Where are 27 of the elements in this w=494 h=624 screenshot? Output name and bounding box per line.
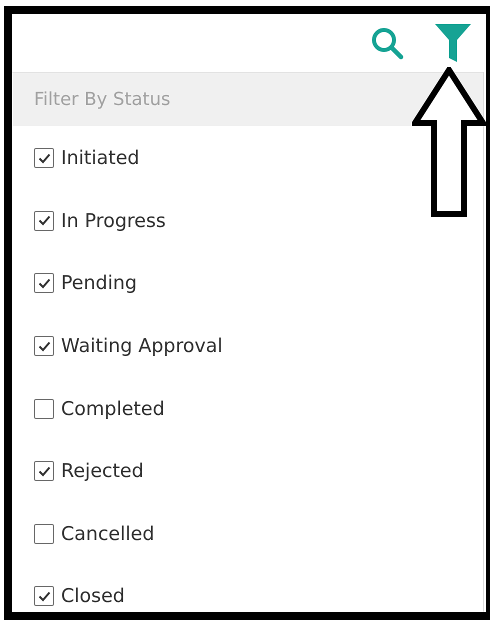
checkbox[interactable]: [34, 586, 54, 606]
search-icon: [370, 26, 404, 60]
check-icon: [38, 590, 50, 602]
check-icon: [38, 215, 50, 226]
status-label: Cancelled: [61, 522, 154, 545]
status-label: Pending: [61, 272, 137, 294]
checkbox[interactable]: [34, 273, 54, 294]
status-label: Rejected: [61, 460, 144, 482]
filter-button[interactable]: [434, 23, 472, 63]
checkbox[interactable]: [34, 210, 54, 231]
check-icon: [38, 278, 50, 289]
check-icon: [38, 340, 50, 352]
checkbox[interactable]: [34, 148, 54, 168]
status-label: Initiated: [61, 147, 140, 170]
status-label: Completed: [61, 398, 165, 420]
status-label: In Progress: [61, 210, 166, 232]
panel-title: Filter By Status: [34, 89, 170, 110]
filter-icon: [434, 23, 472, 63]
checkbox[interactable]: [34, 461, 54, 482]
check-icon: [38, 152, 50, 164]
checkbox[interactable]: [34, 524, 54, 544]
checkbox[interactable]: [34, 398, 54, 419]
status-label: Closed: [61, 585, 125, 608]
check-icon: [38, 466, 50, 477]
search-button[interactable]: [370, 26, 404, 60]
checkbox[interactable]: [34, 336, 54, 356]
status-label: Waiting Approval: [61, 335, 223, 358]
